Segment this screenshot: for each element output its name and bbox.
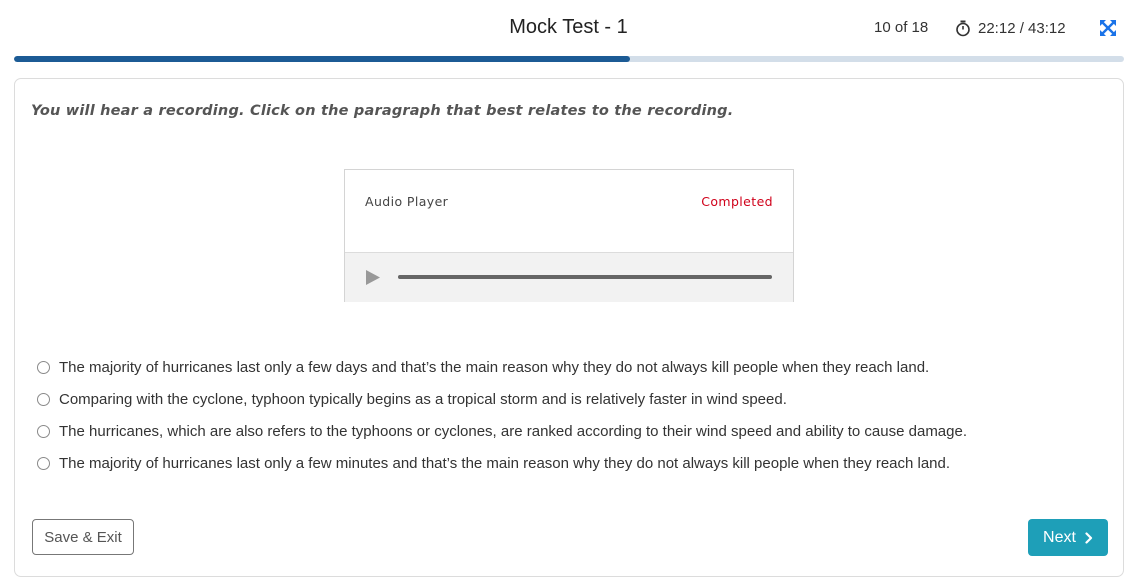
answer-options: The majority of hurricanes last only a f…	[37, 351, 967, 479]
answer-option[interactable]: Comparing with the cyclone, typhoon typi…	[37, 383, 967, 415]
play-icon[interactable]	[365, 269, 381, 286]
answer-option[interactable]: The hurricanes, which are also refers to…	[37, 415, 967, 447]
header-bar: Mock Test - 1 10 of 18 22:12 / 43:12	[0, 0, 1137, 56]
answer-option-text: The majority of hurricanes last only a f…	[59, 358, 930, 376]
timer: 22:12 / 43:12	[955, 17, 1066, 39]
next-button[interactable]: Next	[1028, 519, 1108, 556]
answer-option[interactable]: The majority of hurricanes last only a f…	[37, 447, 967, 479]
timer-text: 22:12 / 43:12	[978, 19, 1066, 37]
question-counter: 10 of 18	[874, 19, 929, 36]
question-card: You will hear a recording. Click on the …	[14, 78, 1124, 577]
save-exit-button[interactable]: Save & Exit	[32, 519, 134, 555]
test-progress-bar	[14, 56, 1124, 62]
audio-status: Completed	[701, 194, 773, 209]
audio-controls	[345, 252, 793, 302]
audio-player: Audio Player Completed	[344, 169, 794, 302]
question-instruction: You will hear a recording. Click on the …	[31, 103, 734, 119]
answer-option-text: The hurricanes, which are also refers to…	[59, 422, 968, 440]
answer-option[interactable]: The majority of hurricanes last only a f…	[37, 351, 967, 383]
test-progress-fill	[14, 56, 631, 62]
radio-button[interactable]	[37, 456, 50, 470]
answer-option-text: The majority of hurricanes last only a f…	[59, 454, 951, 472]
radio-button[interactable]	[37, 424, 50, 438]
chevron-right-icon	[1085, 531, 1093, 544]
answer-option-text: Comparing with the cyclone, typhoon typi…	[59, 390, 787, 408]
stopwatch-icon	[956, 20, 970, 36]
audio-seek-bar[interactable]	[398, 275, 772, 279]
radio-button[interactable]	[37, 392, 50, 406]
expand-icon[interactable]	[1099, 19, 1117, 37]
audio-player-label: Audio Player	[365, 194, 449, 209]
radio-button[interactable]	[37, 360, 50, 374]
audio-seek-fill	[398, 275, 772, 279]
next-button-label: Next	[1043, 528, 1076, 546]
